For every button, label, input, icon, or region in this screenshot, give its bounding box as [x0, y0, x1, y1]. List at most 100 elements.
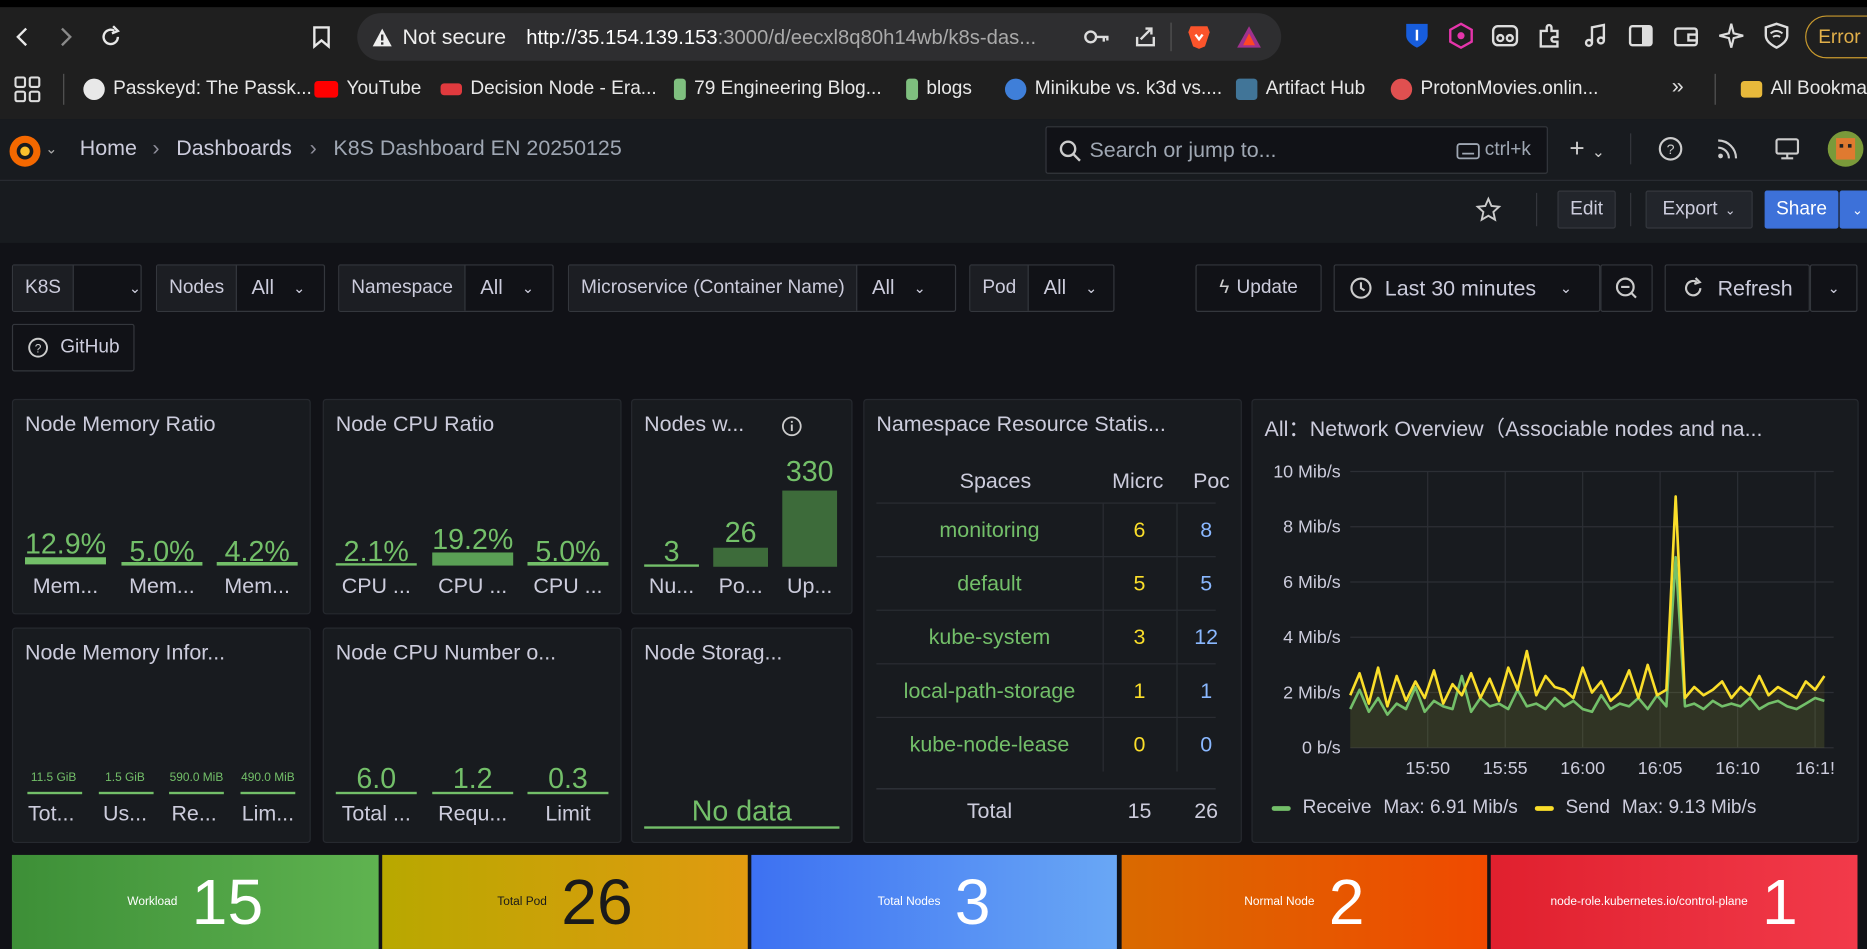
- bookmark-blogs[interactable]: blogs: [906, 74, 972, 105]
- apps-grid-icon[interactable]: [14, 76, 41, 103]
- panel-network-overview[interactable]: All：Network Overview（Associable nodes an…: [1251, 398, 1859, 844]
- sidebar-icon[interactable]: [1626, 21, 1655, 50]
- bookmark-minikube[interactable]: Minikube vs. k3d vs....: [1004, 74, 1222, 105]
- variable-dropdown[interactable]: All ⌄: [858, 266, 940, 311]
- github-link-button[interactable]: ? GitHub: [11, 323, 135, 372]
- star-icon[interactable]: [1475, 196, 1502, 222]
- table-row[interactable]: kube-system 3 12: [876, 609, 1218, 665]
- wallet-icon[interactable]: [1672, 21, 1701, 50]
- table-row[interactable]: monitoring 6 8: [876, 502, 1216, 558]
- media-icon[interactable]: [1581, 21, 1610, 50]
- variable-dropdown[interactable]: All ⌄: [466, 266, 548, 311]
- export-button[interactable]: Export ⌄: [1645, 190, 1753, 229]
- help-icon[interactable]: ?: [1657, 136, 1683, 162]
- variable-pod[interactable]: Pod All ⌄: [969, 264, 1115, 312]
- legend-series-send[interactable]: Send: [1565, 798, 1610, 819]
- bookmark-page-icon[interactable]: [301, 17, 341, 57]
- address-bar[interactable]: Not secure http://35.154.139.153:3000/d/…: [357, 13, 1282, 61]
- bookmark-youtube[interactable]: YouTube: [314, 74, 421, 105]
- grafana-logo-icon[interactable]: [7, 133, 43, 169]
- bookmark-passkeyd[interactable]: Passkeyd: The Passk...: [83, 74, 312, 105]
- variable-k8s[interactable]: K8S ⌄: [11, 264, 142, 312]
- add-new-icon[interactable]: + ⌄: [1569, 133, 1605, 164]
- panel-node-cpu-ratio[interactable]: Node CPU Ratio 2.1% CPU ... 19.2% CPU ..…: [322, 398, 622, 615]
- security-indicator[interactable]: Not secure: [371, 25, 506, 50]
- panel-namespace-resources[interactable]: Namespace Resource Statis... Spaces Micr…: [863, 398, 1242, 844]
- share-dropdown-button[interactable]: ⌄: [1839, 190, 1867, 229]
- bitwarden-icon[interactable]: [1403, 21, 1432, 50]
- variable-dropdown[interactable]: All ⌄: [237, 266, 319, 311]
- chevron-down-icon: ⌄: [1852, 203, 1863, 218]
- stat-total-nodes[interactable]: Total Nodes 3: [751, 854, 1117, 949]
- panel-node-memory-ratio[interactable]: Node Memory Ratio 12.9% Mem... 5.0% Mem.…: [11, 398, 311, 615]
- bookmark-decision-node[interactable]: Decision Node - Era...: [440, 74, 657, 105]
- edit-button[interactable]: Edit: [1557, 190, 1616, 229]
- brave-shield-icon[interactable]: [1187, 24, 1211, 50]
- info-icon[interactable]: [781, 416, 802, 437]
- legend-max-receive: Max: 6.91 Mib/s: [1383, 797, 1518, 819]
- stat-value: 2: [1328, 866, 1365, 938]
- panel-nodes-workload[interactable]: Nodes w... 3 Nu... 26 Po... 330 Up...: [631, 398, 853, 615]
- breadcrumb-home[interactable]: Home: [80, 136, 137, 161]
- search-placeholder: Search or jump to...: [1089, 138, 1277, 162]
- user-avatar[interactable]: [1827, 130, 1864, 167]
- zoom-out-button[interactable]: [1600, 264, 1653, 312]
- stat-control-plane[interactable]: node-role.kubernetes.io/control-plane 1: [1490, 854, 1858, 949]
- bookmark-engineering-blog[interactable]: 79 Engineering Blog...: [673, 74, 882, 105]
- table-header-micro[interactable]: Micrc: [1112, 469, 1172, 494]
- error-button[interactable]: Error ☰: [1805, 15, 1867, 59]
- table-row[interactable]: default 5 5: [876, 556, 1216, 611]
- gauge-value: 1.5 GiB: [105, 771, 145, 785]
- kiosk-mode-icon[interactable]: [1774, 136, 1800, 162]
- variable-dropdown[interactable]: ⌄: [74, 266, 155, 311]
- update-button[interactable]: ϟ Update: [1195, 264, 1322, 312]
- total-label: Total: [966, 798, 1013, 823]
- series-line-send[interactable]: [1349, 495, 1826, 708]
- search-box[interactable]: Search or jump to... ctrl+k: [1045, 126, 1548, 174]
- leo-ai-icon[interactable]: [1717, 21, 1746, 50]
- panel-node-memory-info[interactable]: Node Memory Infor... 11.5 GiB Tot... 1.5…: [11, 627, 311, 844]
- brave-rewards-icon[interactable]: [1236, 25, 1262, 49]
- panel-node-cpu-number[interactable]: Node CPU Number o... 6.0 Total ... 1.2 R…: [322, 627, 622, 844]
- stat-total-pod[interactable]: Total Pod 26: [382, 854, 748, 949]
- bookmark-label: Passkeyd: The Passk...: [113, 78, 312, 99]
- stat-normal-node[interactable]: Normal Node 2: [1121, 854, 1488, 949]
- table-row[interactable]: local-path-storage 1 1: [876, 663, 1216, 718]
- key-icon[interactable]: [1084, 27, 1110, 46]
- extensions-icon[interactable]: [1536, 21, 1565, 50]
- share-page-icon[interactable]: [1134, 25, 1158, 49]
- graphql-icon[interactable]: [1447, 21, 1476, 50]
- incognito-icon[interactable]: [1491, 21, 1520, 50]
- network-chart[interactable]: 0 b/s 2 Mib/s 4 Mib/s 6 Mib/s 8 Mib/s 10 Mib/…: [1253, 443, 1859, 788]
- variable-dropdown[interactable]: All ⌄: [1029, 266, 1111, 311]
- variable-namespace[interactable]: Namespace All ⌄: [338, 264, 554, 312]
- variable-microservice[interactable]: Microservice (Container Name) All ⌄: [567, 264, 957, 312]
- table-header-spaces[interactable]: Spaces: [876, 469, 1114, 494]
- breadcrumb-dashboards[interactable]: Dashboards: [176, 136, 292, 161]
- table-row[interactable]: kube-node-lease 0 0: [876, 716, 1216, 772]
- news-feed-icon[interactable]: [1715, 136, 1741, 162]
- chevron-down-icon: ⌄: [1085, 279, 1098, 297]
- bookmark-label: Decision Node - Era...: [470, 78, 657, 99]
- gauge-bar: [169, 791, 224, 795]
- refresh-interval-button[interactable]: ⌄: [1809, 264, 1858, 312]
- namespace-name: default: [957, 571, 1022, 596]
- all-bookmarks[interactable]: All Bookmar: [1740, 74, 1867, 105]
- bookmark-artifact-hub[interactable]: Artifact Hub: [1235, 74, 1365, 105]
- time-range-picker[interactable]: Last 30 minutes ⌄: [1333, 264, 1601, 312]
- variable-nodes[interactable]: Nodes All ⌄: [155, 264, 326, 312]
- reload-icon[interactable]: [90, 17, 130, 57]
- logo-chevron-icon[interactable]: ⌄: [45, 141, 57, 158]
- panel-node-storage[interactable]: Node Storag... No data: [631, 627, 853, 844]
- forward-icon[interactable]: [45, 17, 85, 57]
- refresh-button[interactable]: Refresh: [1664, 264, 1810, 312]
- url-text[interactable]: http://35.154.139.153:3000/d/eecxl8q80h1…: [526, 26, 1036, 50]
- vpn-shield-icon[interactable]: [1762, 21, 1791, 50]
- table-header-pods[interactable]: Poc: [1193, 469, 1229, 494]
- more-bookmarks-icon[interactable]: »: [1672, 74, 1684, 99]
- stat-workload[interactable]: Workload 15: [11, 854, 379, 949]
- bookmark-protonmovies[interactable]: ProtonMovies.onlin...: [1390, 74, 1598, 105]
- legend-series-receive[interactable]: Receive: [1303, 798, 1372, 819]
- share-button[interactable]: Share: [1764, 190, 1839, 229]
- back-icon[interactable]: [2, 17, 42, 57]
